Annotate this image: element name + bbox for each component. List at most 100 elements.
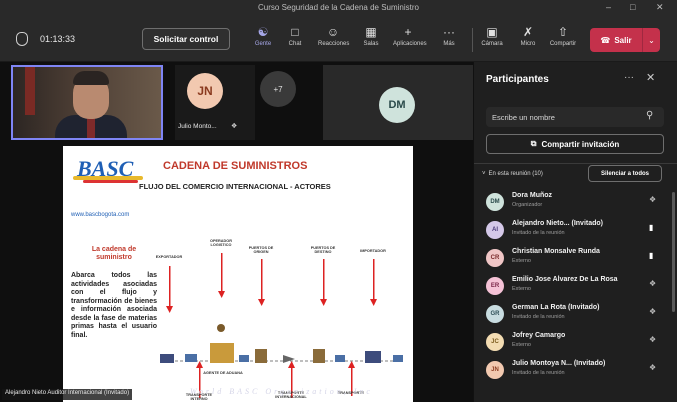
mic-muted-icon[interactable]: ❖	[649, 279, 656, 288]
panel-scrollbar[interactable]	[672, 192, 675, 312]
leave-label: Salir	[614, 35, 632, 45]
avatar: DM	[486, 193, 504, 211]
avatar: JC	[486, 333, 504, 351]
participant-role: Externo	[512, 286, 531, 292]
label-agente: AGENTE DE ADUANA	[203, 371, 243, 375]
apps-icon: +	[404, 25, 412, 39]
camera-button[interactable]: ▣ Cámara	[477, 23, 507, 57]
search-icon[interactable]: ⚲	[646, 110, 653, 121]
arrow-exportador	[169, 266, 171, 306]
participant-role: Invitado de la reunión	[512, 230, 565, 236]
truck-icon	[185, 354, 197, 362]
meeting-toolbar: 01:13:33 Solicitar control ☯ Gente □ Cha…	[0, 18, 677, 62]
toolbar-divider	[472, 28, 473, 52]
request-control-button[interactable]: Solicitar control	[142, 28, 230, 50]
leave-options-chevron-icon[interactable]: ⌄	[642, 28, 660, 52]
overflow-participants[interactable]: +7	[260, 71, 296, 107]
label-puertos-origen: PUERTOS DE ORIGEN	[248, 246, 274, 255]
search-input[interactable]	[492, 110, 642, 124]
avatar: AI	[486, 221, 504, 239]
arrow-head	[218, 291, 225, 298]
mic-icon[interactable]: ▮	[649, 251, 653, 260]
share-button[interactable]: ⇧ Compartir	[548, 23, 578, 57]
participant-name: Emilio Jose Alvarez De La Rosa	[512, 276, 618, 283]
participant-name: Jofrey Camargo	[512, 332, 566, 339]
rooms-button[interactable]: ▦ Salas	[356, 23, 386, 57]
apps-button[interactable]: + Aplicaciones	[393, 23, 427, 57]
list-item[interactable]: ER Emilio Jose Alvarez De La Rosa Extern…	[474, 272, 677, 298]
copy-link-icon: ⧉	[530, 139, 537, 148]
in-meeting-section[interactable]: ˅ En esta reunión (10)	[482, 171, 543, 177]
slide-footer: World BASC Organization, Inc	[190, 387, 373, 396]
maximize-button[interactable]: □	[630, 2, 635, 12]
shield-icon	[16, 32, 28, 46]
list-item[interactable]: DM Dora Muñoz Organizador ❖	[474, 188, 677, 214]
arrow-head	[320, 299, 327, 306]
list-item[interactable]: AI Alejandro Nieto... (Invitado) Invitad…	[474, 216, 677, 242]
arrow-head	[288, 361, 295, 368]
more-button[interactable]: ··· Más	[434, 23, 464, 57]
supply-chain-definition: Abarca todos las actividades asociadas c…	[71, 272, 157, 339]
avatar: CR	[486, 249, 504, 267]
window-title-bar: Curso Seguridad de la Cadena de Suminist…	[0, 0, 677, 18]
participant-video[interactable]	[11, 65, 163, 140]
participant-name: Julio Montoya N... (Invitado)	[512, 360, 606, 367]
chat-button[interactable]: □ Chat	[280, 23, 310, 57]
panel-close-icon[interactable]: ✕	[646, 71, 655, 84]
participant-role: Externo	[512, 342, 531, 348]
mic-muted-icon[interactable]: ❖	[649, 195, 656, 204]
slide-title: CADENA DE SUMINISTROS	[163, 160, 308, 172]
participant-name: Alejandro Nieto... (Invitado)	[512, 220, 604, 227]
participant-name: German La Rota (Invitado)	[512, 304, 600, 311]
participant-tile-jn[interactable]: JN Julio Monto... ❖	[175, 65, 255, 140]
leave-button[interactable]: ☎ Salir ⌄	[590, 28, 660, 52]
mute-all-button[interactable]: Silenciar a todos	[588, 165, 662, 182]
chevron-down-icon: ˅	[482, 171, 486, 177]
share-invite-button[interactable]: ⧉ Compartir invitación	[486, 134, 664, 154]
participant-tile-dm[interactable]: DM	[323, 65, 473, 140]
participant-name: Christian Monsalve Runda	[512, 248, 600, 255]
arrow-operador	[221, 253, 223, 291]
mic-muted-icon[interactable]: ❖	[649, 335, 656, 344]
list-item[interactable]: JC Jofrey Camargo Externo ❖	[474, 328, 677, 354]
participant-role: Organizador	[512, 202, 543, 208]
panel-divider	[474, 163, 677, 164]
more-label: Más	[443, 41, 455, 47]
reactions-label: Reacciones	[318, 41, 350, 47]
active-speaker-border	[11, 65, 163, 140]
minimize-button[interactable]: –	[606, 2, 611, 12]
arrow-head	[196, 361, 203, 368]
close-window-button[interactable]: ✕	[656, 2, 664, 13]
reactions-button[interactable]: ☺ Reacciones	[318, 23, 350, 57]
panel-more-icon[interactable]: ···	[624, 72, 634, 83]
participant-role: Invitado de la reunión	[512, 370, 565, 376]
list-item[interactable]: CR Christian Monsalve Runda Externo ▮	[474, 244, 677, 270]
camera-icon: ▣	[486, 25, 498, 39]
mic-icon[interactable]: ▮	[649, 223, 653, 232]
people-label: Gente	[254, 41, 272, 47]
people-icon: ☯	[257, 25, 269, 39]
list-item[interactable]: GR German La Rota (Invitado) Invitado de…	[474, 300, 677, 326]
participant-search[interactable]: ⚲	[486, 107, 664, 127]
shared-screen-slide: BASC CADENA DE SUMINISTROS FLUJO DEL COM…	[63, 146, 413, 402]
logo-swoosh-red	[83, 180, 138, 183]
label-operador: OPERADOR LOGISTICO	[210, 239, 232, 248]
arrow-head	[348, 361, 355, 368]
list-item[interactable]: JN Julio Montoya N... (Invitado) Invitad…	[474, 356, 677, 382]
people-button[interactable]: ☯ Gente	[248, 23, 278, 57]
agent-icon	[217, 324, 225, 332]
rooms-icon: ▦	[365, 25, 377, 39]
truck-icon	[393, 355, 403, 362]
truck-icon	[335, 355, 345, 362]
mic-muted-icon[interactable]: ❖	[649, 307, 656, 316]
panel-title: Participantes	[486, 74, 549, 85]
flow-icons	[160, 324, 403, 363]
participant-name: Dora Muñoz	[512, 192, 553, 199]
factory-icon	[160, 354, 174, 363]
arrow-puertos-destino	[323, 259, 325, 299]
meeting-timer: 01:13:33	[40, 34, 76, 44]
mic-button[interactable]: ✗ Micro	[513, 23, 543, 57]
mic-muted-icon: ❖	[231, 123, 238, 130]
leave-main[interactable]: ☎ Salir	[590, 28, 642, 52]
mic-muted-icon[interactable]: ❖	[649, 363, 656, 372]
